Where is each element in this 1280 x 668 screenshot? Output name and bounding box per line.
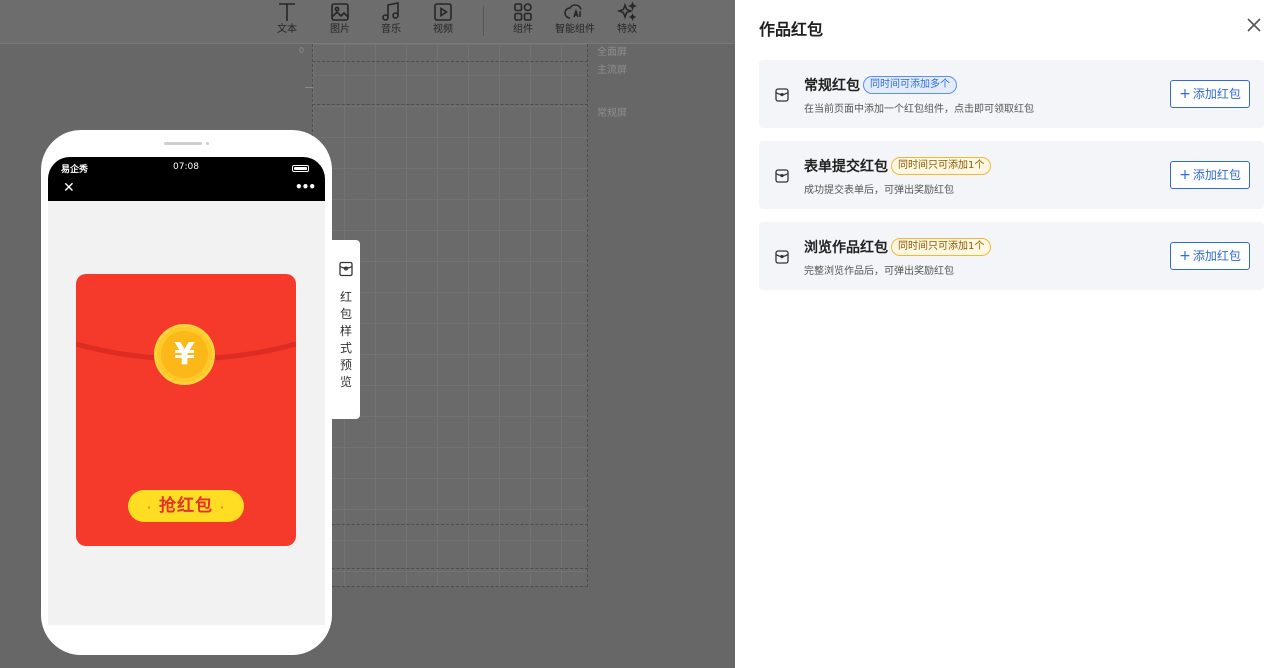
ruler-tick xyxy=(305,87,313,88)
more-icon[interactable]: ••• xyxy=(295,181,316,193)
full-screen-guide-line xyxy=(312,61,588,62)
plus-icon: + xyxy=(1179,167,1191,183)
music-icon xyxy=(382,2,399,21)
red-envelope-preview: ¥ · 抢红包 · xyxy=(76,274,296,546)
card-badge: 同时间可添加多个 xyxy=(863,76,957,94)
work-red-packet-panel: 作品红包 常规红包 同时间可添加多个 在当前页面中添加一个红包组件，点击即可领取… xyxy=(735,0,1280,668)
card-description: 在当前页面中添加一个红包组件，点击即可领取红包 xyxy=(804,104,1034,115)
plus-icon: + xyxy=(1179,248,1191,264)
video-tool-button[interactable]: 视频 xyxy=(421,0,465,44)
add-red-packet-button[interactable]: + 添加红包 xyxy=(1170,80,1250,108)
bottom-guide-line xyxy=(312,524,588,525)
add-button-label: 添加红包 xyxy=(1192,249,1241,263)
music-tool-label: 音乐 xyxy=(381,24,401,35)
close-icon[interactable]: ✕ xyxy=(63,181,75,195)
ai-components-tool-button[interactable]: 智能组件 xyxy=(553,0,597,44)
battery-icon xyxy=(292,165,309,172)
grab-red-envelope-button[interactable]: · 抢红包 · xyxy=(128,490,244,522)
text-tool-label: 文本 xyxy=(277,24,297,35)
card-title: 常规红包 xyxy=(804,78,860,94)
phone-speaker xyxy=(164,142,202,145)
text-tool-button[interactable]: 文本 xyxy=(265,0,309,44)
components-tool-button[interactable]: 组件 xyxy=(501,0,545,44)
full-screen-label: 全面屏 xyxy=(597,47,627,58)
red-packet-icon xyxy=(775,88,789,102)
editor-toolbar: 文本 图片 音乐 视频 组件 智能组件 特效 xyxy=(0,0,735,44)
phone-camera xyxy=(206,142,209,145)
effects-icon xyxy=(616,1,638,21)
phone-screen: 易企秀 07:08 ✕ ••• ¥ · 抢红包 · xyxy=(48,157,325,625)
image-tool-label: 图片 xyxy=(330,24,350,35)
components-icon xyxy=(514,3,532,21)
video-tool-label: 视频 xyxy=(433,24,453,35)
coin-icon: ¥ xyxy=(154,324,215,385)
editor-area: 文本 图片 音乐 视频 组件 智能组件 特效 全面屏 主流屏 常规屏 0 易企秀… xyxy=(0,0,735,668)
ruler-mark: 0 xyxy=(299,46,305,55)
carrier-name: 易企秀 xyxy=(61,165,89,175)
text-icon xyxy=(279,3,295,21)
phone-status-bar: 易企秀 07:08 ✕ ••• xyxy=(48,157,325,201)
close-icon[interactable] xyxy=(1244,15,1264,35)
plus-icon: + xyxy=(1179,86,1191,102)
button-dot-left: · xyxy=(146,501,153,514)
components-tool-label: 组件 xyxy=(513,24,533,35)
toolbar-divider xyxy=(483,6,484,36)
effects-tool-label: 特效 xyxy=(617,24,637,35)
video-icon xyxy=(434,3,452,21)
red-packet-style-preview-tab[interactable]: 红包样式预览 xyxy=(332,240,360,419)
add-red-packet-button[interactable]: + 添加红包 xyxy=(1170,242,1250,270)
form-submit-red-packet-card: 表单提交红包 同时间只可添加1个 成功提交表单后，可弹出奖励红包 + 添加红包 xyxy=(759,141,1264,209)
panel-title: 作品红包 xyxy=(759,20,824,39)
card-title: 表单提交红包 xyxy=(804,159,888,175)
add-button-label: 添加红包 xyxy=(1192,168,1241,182)
bottom-guide-line-2 xyxy=(312,568,588,569)
music-tool-button[interactable]: 音乐 xyxy=(369,0,413,44)
preview-tab-label: 红包样式预览 xyxy=(340,290,353,389)
grab-button-label: 抢红包 xyxy=(159,496,213,516)
red-packet-icon xyxy=(775,169,789,183)
card-title: 浏览作品红包 xyxy=(804,240,888,256)
card-badge: 同时间只可添加1个 xyxy=(891,157,992,175)
ai-components-icon xyxy=(564,4,582,19)
card-description: 成功提交表单后，可弹出奖励红包 xyxy=(804,185,954,196)
red-packet-icon xyxy=(339,261,353,277)
status-time: 07:08 xyxy=(173,162,199,172)
add-button-label: 添加红包 xyxy=(1192,87,1241,101)
regular-screen-guide-line xyxy=(312,104,588,105)
red-packet-icon xyxy=(775,250,789,264)
button-dot-right: · xyxy=(219,501,226,514)
mainstream-screen-label: 主流屏 xyxy=(597,65,627,76)
add-red-packet-button[interactable]: + 添加红包 xyxy=(1170,161,1250,189)
image-tool-button[interactable]: 图片 xyxy=(318,0,362,44)
card-badge: 同时间只可添加1个 xyxy=(891,238,992,256)
ai-components-tool-label: 智能组件 xyxy=(555,24,595,35)
effects-tool-button[interactable]: 特效 xyxy=(605,0,649,44)
card-description: 完整浏览作品后，可弹出奖励红包 xyxy=(804,266,954,277)
regular-screen-label: 常规屏 xyxy=(597,108,627,119)
regular-red-packet-card: 常规红包 同时间可添加多个 在当前页面中添加一个红包组件，点击即可领取红包 + 添… xyxy=(759,60,1264,128)
phone-preview: 易企秀 07:08 ✕ ••• ¥ · 抢红包 · xyxy=(41,130,332,655)
browse-work-red-packet-card: 浏览作品红包 同时间只可添加1个 完整浏览作品后，可弹出奖励红包 + 添加红包 xyxy=(759,222,1264,290)
image-icon xyxy=(331,3,349,21)
